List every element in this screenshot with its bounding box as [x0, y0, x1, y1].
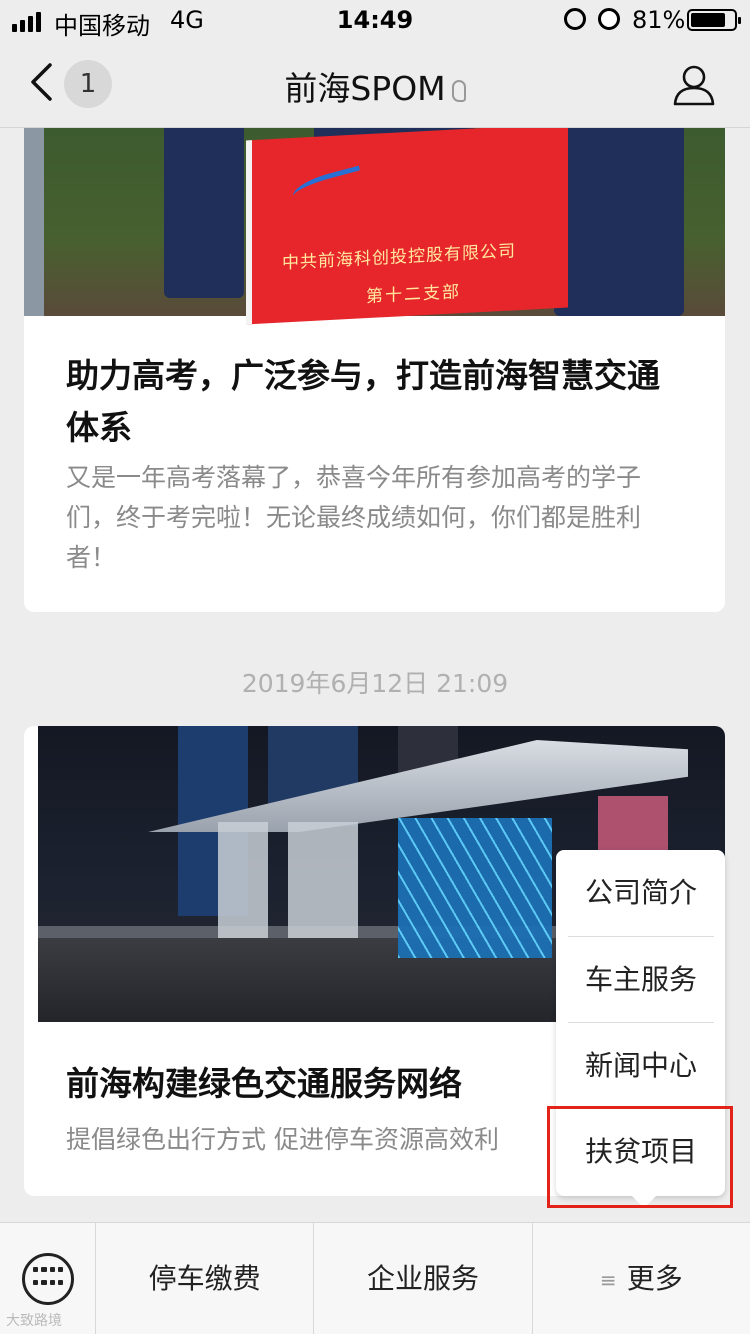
- wechat-official-account-page: 中国移动 4G 14:49 81% 1 前海SPOM 中共前海科创投控股有限公司…: [0, 0, 750, 1334]
- menu-item-company-intro[interactable]: 公司简介: [568, 850, 714, 936]
- watermark: 大致路境: [6, 1313, 62, 1329]
- navigation-bar: 1 前海SPOM: [0, 40, 750, 128]
- battery-percent: 81%: [632, 6, 686, 34]
- rotation-lock-icon: [564, 8, 586, 30]
- alarm-icon: [598, 8, 620, 30]
- profile-icon[interactable]: [672, 64, 716, 106]
- tab-more-label: 更多: [626, 1262, 683, 1295]
- banner-text-line2: 第十二支部: [366, 282, 461, 308]
- tab-more[interactable]: ≡ 更多: [533, 1223, 750, 1334]
- article-cover-image: 中共前海科创投控股有限公司 第十二支部: [24, 128, 725, 325]
- menu-item-owner-services[interactable]: 车主服务: [568, 937, 714, 1023]
- red-banner: 中共前海科创投控股有限公司 第十二支部: [246, 128, 568, 325]
- article-card[interactable]: 中共前海科创投控股有限公司 第十二支部 助力高考，广泛参与，打造前海智慧交通体系…: [24, 128, 725, 612]
- article-headline: 助力高考，广泛参与，打造前海智慧交通体系: [66, 356, 660, 447]
- tab-enterprise-services[interactable]: 企业服务: [314, 1223, 533, 1334]
- illuminated-map-panel: [398, 818, 552, 958]
- ear-icon: [451, 79, 466, 102]
- banner-text-line1: 中共前海科创投控股有限公司: [282, 241, 516, 274]
- status-bar: 中国移动 4G 14:49 81%: [0, 0, 750, 40]
- company-logo: [290, 165, 364, 205]
- bottom-menu-bar: 停车缴费 企业服务 ≡ 更多: [0, 1222, 750, 1334]
- menu-item-news-center[interactable]: 新闻中心: [568, 1023, 714, 1109]
- message-timestamp: 2019年6月12日 21:09: [241, 669, 509, 698]
- battery-icon: [687, 9, 741, 31]
- article-summary: 又是一年高考落幕了，恭喜今年所有参加高考的学子们，终于考完啦！无论最终成绩如何，…: [66, 463, 642, 572]
- menu-icon: ≡: [599, 1268, 617, 1292]
- account-name: 前海SPOM: [284, 69, 446, 108]
- tab-parking-payment[interactable]: 停车缴费: [96, 1223, 315, 1334]
- page-title: 前海SPOM: [0, 62, 750, 110]
- highlight-box: [547, 1106, 733, 1208]
